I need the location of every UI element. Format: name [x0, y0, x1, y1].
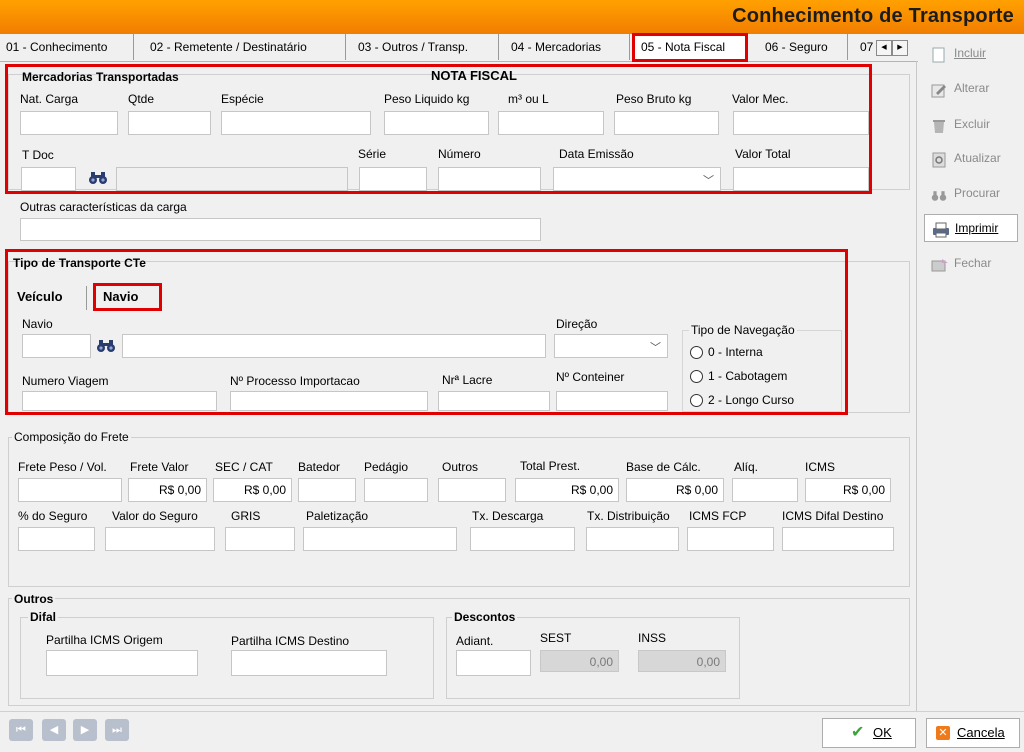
partilha-origem-label: Partilha ICMS Origem: [46, 633, 163, 647]
base-calc-label: Base de Cálc.: [626, 460, 701, 474]
descontos-title: Descontos: [452, 610, 518, 624]
binoculars-icon: [931, 186, 947, 201]
new-document-icon: [931, 46, 947, 63]
composicao-frete-title: Composição do Frete: [12, 430, 131, 444]
atualizar-label: Atualizar: [954, 151, 1001, 165]
ok-label: OK: [873, 725, 892, 740]
tab-scroll-right-button[interactable]: ▶: [892, 40, 908, 56]
sec-cat-label: SEC / CAT: [215, 460, 273, 474]
cancela-label: Cancela: [957, 725, 1005, 740]
close-door-icon: [931, 256, 948, 272]
tab-overflow[interactable]: 07: [848, 34, 874, 60]
refresh-document-icon: [931, 151, 947, 168]
tab-mercadorias[interactable]: 04 - Mercadorias: [499, 34, 630, 60]
tx-distribuicao-label: Tx. Distribuição: [587, 509, 670, 523]
trash-icon: [931, 117, 947, 133]
aliq-label: Alíq.: [734, 460, 759, 474]
check-icon: ✔: [851, 724, 865, 741]
ok-button[interactable]: ✔ OK: [822, 718, 916, 748]
pedagio-input[interactable]: [364, 478, 428, 502]
tab-strip: 01 - Conhecimento 02 - Remetente / Desti…: [0, 34, 918, 62]
cancela-button[interactable]: ✕ Cancela: [926, 718, 1020, 748]
tx-descarga-input[interactable]: [470, 527, 575, 551]
inss-label: INSS: [638, 631, 667, 645]
frete-valor-input[interactable]: R$ 0,00: [128, 478, 207, 502]
paletizacao-input[interactable]: [303, 527, 457, 551]
icms-label: ICMS: [805, 460, 835, 474]
printer-icon: [932, 221, 949, 238]
paletizacao-label: Paletização: [306, 509, 369, 523]
gris-label: GRIS: [231, 509, 261, 523]
partilha-destino-label: Partilha ICMS Destino: [231, 634, 350, 648]
imprimir-button[interactable]: Imprimir: [924, 214, 1018, 242]
inss-input: 0,00: [638, 650, 726, 672]
incluir-label: Incluir: [954, 46, 987, 60]
tx-descarga-label: Tx. Descarga: [472, 509, 544, 523]
frete-peso-input[interactable]: [18, 478, 122, 502]
base-calc-input[interactable]: R$ 0,00: [626, 478, 724, 502]
frete-peso-label: Frete Peso / Vol.: [18, 460, 107, 474]
excluir-button[interactable]: Excluir: [924, 111, 1018, 139]
batedor-label: Batedor: [298, 460, 341, 474]
tab-outros-transp[interactable]: 03 - Outros / Transp.: [346, 34, 499, 60]
alterar-button[interactable]: Alterar: [924, 75, 1018, 103]
perc-seguro-label: % do Seguro: [18, 509, 88, 523]
outras-caracteristicas-input[interactable]: [20, 218, 541, 241]
icms-difal-input[interactable]: [782, 527, 894, 551]
outros-title: Outros: [12, 592, 56, 606]
edit-pencil-icon: [931, 81, 947, 98]
highlight-tipo-transporte: [5, 249, 848, 415]
sest-label: SEST: [540, 631, 572, 645]
first-record-button[interactable]: ⏮: [9, 719, 33, 741]
procurar-button[interactable]: Procurar: [924, 180, 1018, 208]
next-record-button[interactable]: ▶: [73, 719, 97, 741]
total-prest-input[interactable]: R$ 0,00: [515, 478, 619, 502]
outros-frete-label: Outros: [442, 460, 479, 474]
adiant-label: Adiant.: [456, 634, 494, 648]
difal-title: Difal: [28, 610, 59, 624]
tx-distribuicao-input[interactable]: [586, 527, 679, 551]
previous-record-button[interactable]: ◀: [42, 719, 66, 741]
partilha-destino-input[interactable]: [231, 650, 387, 676]
procurar-label: Procurar: [954, 186, 1001, 200]
footer-divider: [0, 711, 1024, 712]
excluir-label: Excluir: [954, 117, 991, 131]
tab-scroll-left-button[interactable]: ◀: [876, 40, 892, 56]
title-bar: Conhecimento de Transporte: [0, 0, 1024, 34]
atualizar-button[interactable]: Atualizar: [924, 145, 1018, 173]
cancel-x-icon: ✕: [936, 726, 950, 740]
aliq-input[interactable]: [732, 478, 798, 502]
outras-caracteristicas-label: Outras características da carga: [20, 200, 187, 214]
icms-difal-label: ICMS Difal Destino: [782, 509, 884, 523]
pedagio-label: Pedágio: [364, 460, 409, 474]
icms-fcp-input[interactable]: [687, 527, 774, 551]
sec-cat-input[interactable]: R$ 0,00: [213, 478, 292, 502]
last-record-button[interactable]: ⏭: [105, 719, 129, 741]
outros-frete-input[interactable]: [438, 478, 506, 502]
tab-conhecimento[interactable]: 01 - Conhecimento: [0, 34, 134, 60]
valor-seguro-label: Valor do Seguro: [112, 509, 198, 523]
valor-seguro-input[interactable]: [105, 527, 215, 551]
gris-input[interactable]: [225, 527, 295, 551]
perc-seguro-input[interactable]: [18, 527, 95, 551]
fechar-button[interactable]: Fechar: [924, 250, 1018, 278]
adiant-input[interactable]: [456, 650, 531, 676]
frete-valor-label: Frete Valor: [130, 460, 189, 474]
sest-input: 0,00: [540, 650, 619, 672]
batedor-input[interactable]: [298, 478, 356, 502]
icms-input[interactable]: R$ 0,00: [805, 478, 891, 502]
highlight-tab-nota-fiscal: [632, 33, 748, 62]
icms-fcp-label: ICMS FCP: [689, 509, 747, 523]
fechar-label: Fechar: [954, 256, 992, 270]
window-title: Conhecimento de Transporte: [732, 5, 1014, 27]
tab-seguro[interactable]: 06 - Seguro: [752, 34, 848, 60]
highlight-mercadorias: [5, 64, 872, 194]
incluir-button[interactable]: Incluir: [924, 40, 1018, 68]
total-prest-label: Total Prest.: [520, 459, 581, 473]
partilha-origem-input[interactable]: [46, 650, 198, 676]
tab-remetente-destinatario[interactable]: 02 - Remetente / Destinatário: [134, 34, 346, 60]
imprimir-label: Imprimir: [955, 221, 999, 235]
alterar-label: Alterar: [954, 81, 990, 95]
